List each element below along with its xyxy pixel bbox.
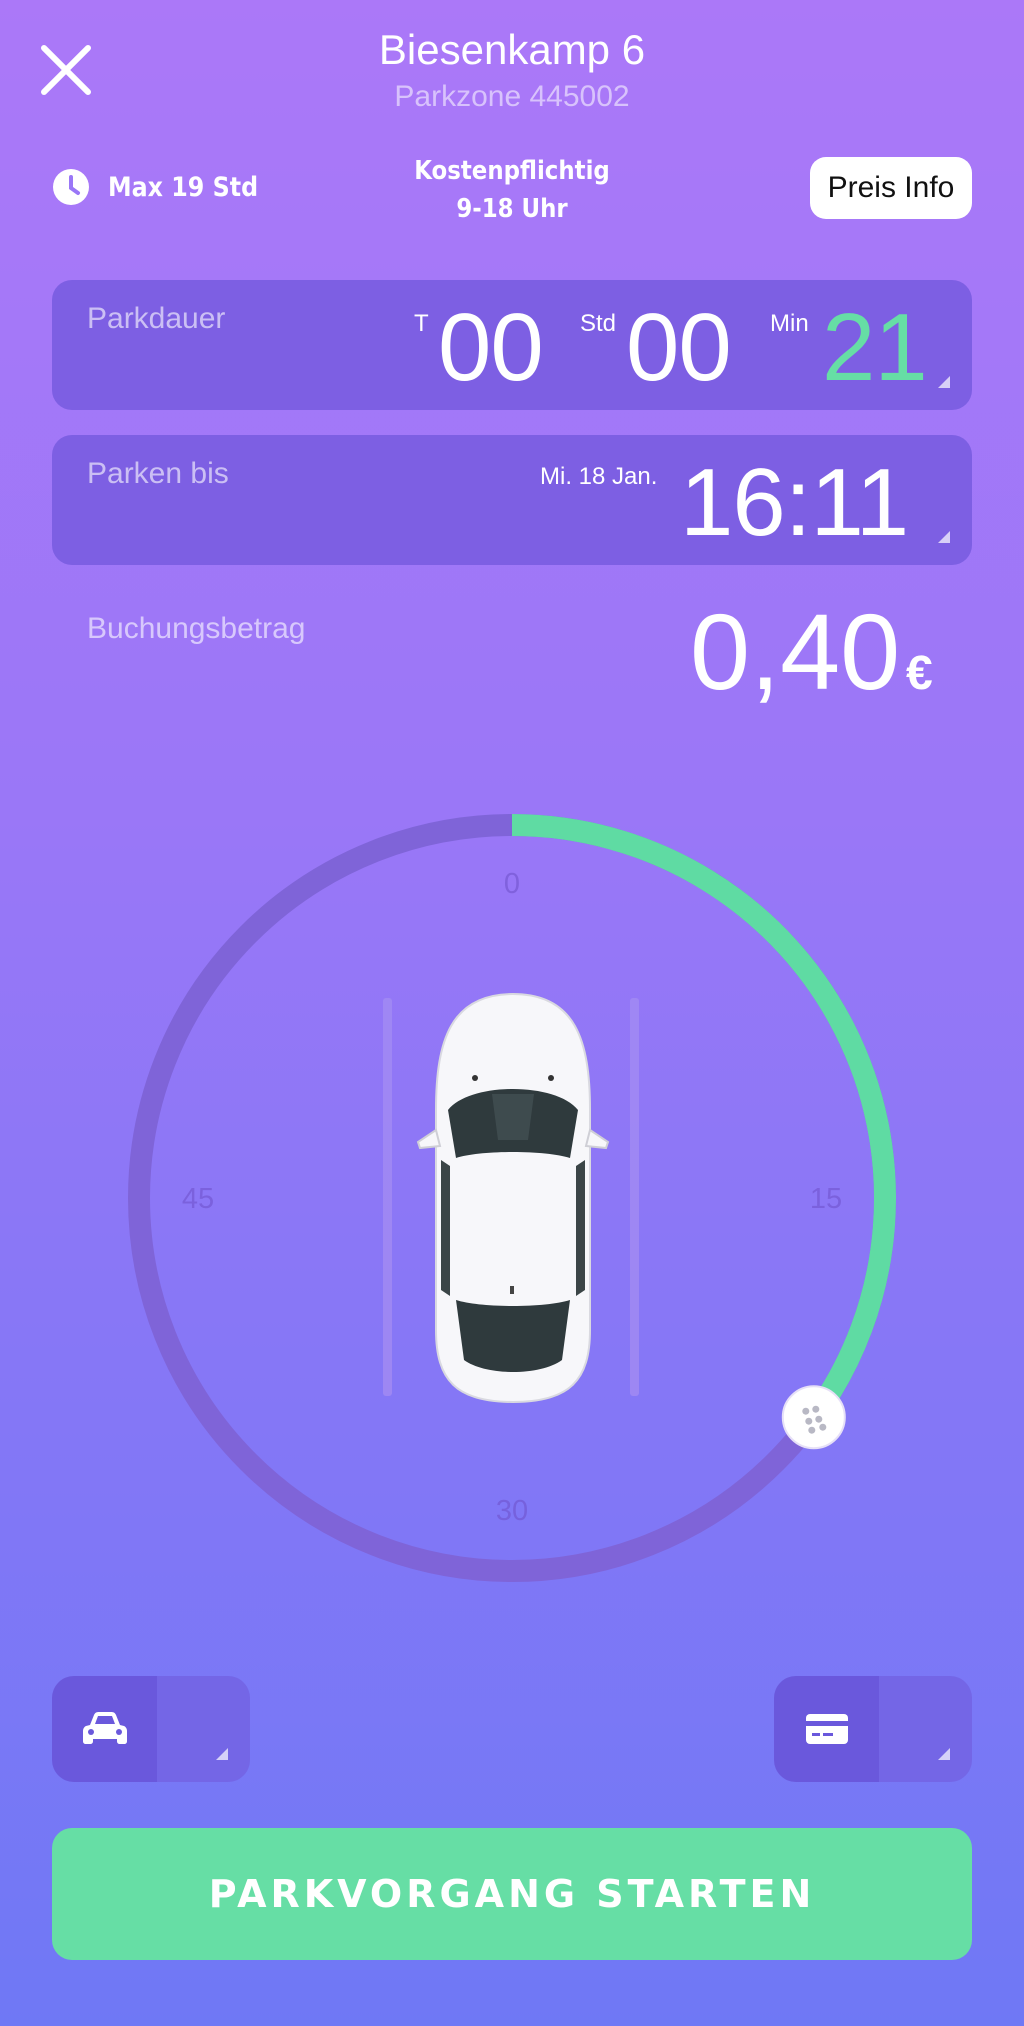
duration-card[interactable]: Parkdauer T 00 Std 00 Min 21 (52, 280, 972, 410)
dropdown-corner-icon (938, 1748, 950, 1760)
dial-label-0: 0 (503, 868, 521, 900)
start-parking-button[interactable]: PARKVORGANG STARTEN (52, 1828, 972, 1960)
minutes-unit: Min (770, 310, 809, 337)
days-unit: T (414, 310, 429, 337)
dial-track (128, 814, 896, 1582)
dial-label-30: 30 (495, 1495, 529, 1527)
dial-label-45: 45 (181, 1183, 215, 1215)
hours-unit: Std (580, 310, 617, 337)
vehicle-selector[interactable] (52, 1676, 250, 1782)
page-title: Biesenkamp 6 (378, 26, 646, 73)
cost-line-2: 9-18 Uhr (456, 194, 568, 224)
park-until-date: Mi. 18 Jan. (540, 463, 658, 490)
duration-label: Parkdauer (87, 302, 226, 335)
minutes-value: 21 (822, 294, 928, 401)
max-duration-label: Max 19 Std (108, 171, 259, 203)
grip-icon (802, 1405, 827, 1434)
dial-handle[interactable] (781, 1385, 846, 1450)
parking-zone: Parkzone 445002 (394, 80, 630, 113)
days-value: 00 (438, 294, 544, 401)
price-info-button[interactable]: Preis Info (810, 157, 972, 219)
dial-progress (511, 814, 896, 1424)
car-icon (82, 1712, 127, 1744)
park-until-label: Parken bis (87, 457, 229, 490)
cost-line-1: Kostenpflichtig (414, 156, 610, 186)
dropdown-corner-icon (216, 1748, 228, 1760)
credit-card-icon (805, 1714, 848, 1744)
dial-label-15: 15 (809, 1183, 843, 1215)
payment-selector[interactable] (774, 1676, 972, 1782)
dropdown-corner-icon (938, 531, 950, 543)
amount-label: Buchungsbetrag (87, 612, 306, 645)
parking-line-right (630, 998, 639, 1396)
amount-currency: € (906, 647, 933, 700)
hours-value: 00 (626, 294, 732, 401)
dropdown-corner-icon (938, 376, 950, 388)
park-until-card[interactable]: Parken bis Mi. 18 Jan. 16:11 (52, 435, 972, 565)
max-duration: Max 19 Std (52, 168, 279, 206)
cost-info: Kostenpflichtig 9-18 Uhr (380, 152, 644, 228)
car-top-view-icon (416, 992, 610, 1404)
park-until-time: 16:11 (680, 449, 909, 556)
amount-value: 0,40 (690, 591, 901, 712)
clock-icon (53, 169, 89, 205)
parking-line-left (383, 998, 392, 1396)
